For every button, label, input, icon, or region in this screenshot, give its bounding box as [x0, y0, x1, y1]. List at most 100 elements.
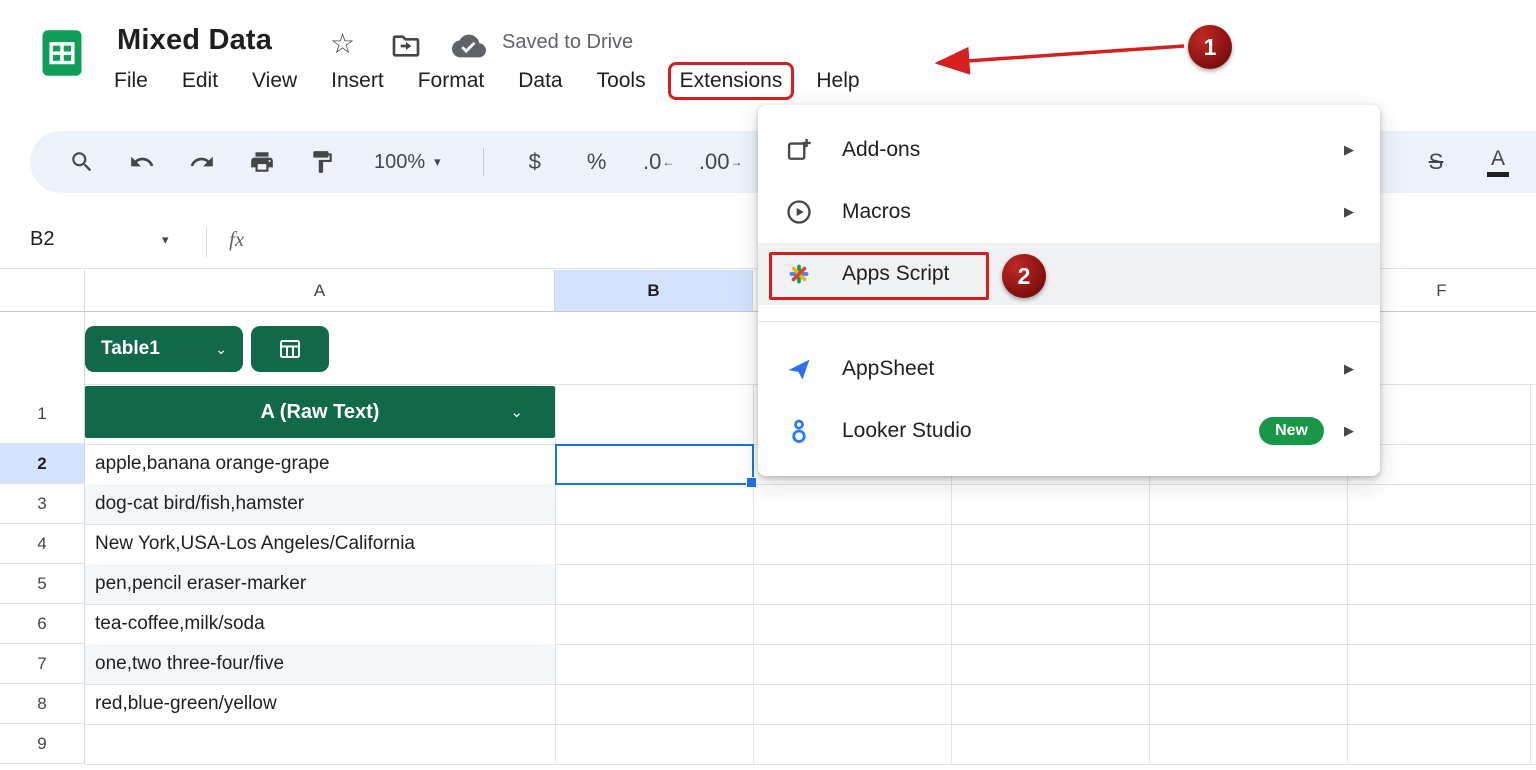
row-header-6[interactable]: 6	[0, 604, 85, 644]
table-icon	[280, 340, 300, 358]
menu-separator	[758, 321, 1380, 322]
menu-item-looker-studio[interactable]: Looker Studio New ▶	[758, 400, 1380, 462]
column-header-b[interactable]: B	[555, 270, 753, 312]
menu-edit[interactable]: Edit	[172, 64, 228, 98]
row-header-3[interactable]: 3	[0, 484, 85, 524]
row-header-band	[0, 312, 85, 384]
row-header-2[interactable]: 2	[0, 444, 85, 484]
star-icon[interactable]: ☆	[330, 28, 355, 60]
menu-format[interactable]: Format	[408, 64, 495, 98]
move-to-folder-icon[interactable]	[390, 30, 422, 62]
submenu-arrow-icon: ▶	[1344, 142, 1354, 157]
zoom-value: 100%	[374, 150, 426, 173]
sheets-app-window: Mixed Data ☆ Saved to Drive File Edit Vi…	[0, 0, 1536, 770]
selected-cell-B2[interactable]	[555, 444, 757, 488]
formula-bar-divider	[206, 227, 207, 257]
new-badge: New	[1259, 417, 1324, 445]
menu-item-add-ons[interactable]: Add-ons ▶	[758, 119, 1380, 181]
macros-icon	[784, 197, 814, 227]
menu-view[interactable]: View	[242, 64, 307, 98]
menu-item-label: Add-ons	[842, 138, 921, 161]
menu-item-label: Apps Script	[842, 262, 950, 285]
menu-item-apps-script[interactable]: Apps Script	[758, 243, 1380, 305]
cell-A8[interactable]: red,blue-green/yellow	[85, 684, 555, 724]
cell-A6[interactable]: tea-coffee,milk/soda	[85, 604, 555, 644]
increase-decimal-button[interactable]: .00 →	[696, 138, 746, 186]
strikethrough-button[interactable]: S	[1412, 138, 1460, 186]
cell-A7[interactable]: one,two three-four/five	[85, 644, 555, 684]
gridline	[85, 764, 1536, 765]
cell-A4[interactable]: New York,USA-Los Angeles/California	[85, 524, 555, 564]
annotation-step-1: 1	[1188, 25, 1232, 69]
toolbar-divider	[482, 148, 484, 176]
submenu-arrow-icon: ▶	[1344, 361, 1354, 376]
table-column-header-label: A (Raw Text)	[260, 400, 380, 423]
menu-item-macros[interactable]: Macros ▶	[758, 181, 1380, 243]
chevron-down-icon: ⌄	[510, 404, 523, 421]
annotation-step-2: 2	[1002, 254, 1046, 298]
grid-corner[interactable]	[0, 270, 85, 312]
row-header-9[interactable]: 9	[0, 724, 85, 764]
undo-button[interactable]	[118, 138, 166, 186]
extensions-menu: Add-ons ▶ Macros ▶ Apps Script AppSheet …	[758, 105, 1380, 476]
saved-cloud-icon	[452, 29, 486, 63]
menu-bar: File Edit View Insert Format Data Tools …	[104, 62, 870, 100]
zoom-control[interactable]: 100% ▾	[374, 151, 441, 174]
decrease-decimal-label: .0	[643, 149, 662, 174]
submenu-arrow-icon: ▶	[1344, 204, 1354, 219]
table-grid-chip[interactable]	[251, 326, 329, 372]
name-box-caret-icon[interactable]: ▾	[162, 232, 169, 248]
chevron-down-icon: ⌄	[215, 340, 227, 357]
print-button[interactable]	[238, 138, 286, 186]
table-column-header[interactable]: A (Raw Text) ⌄	[85, 386, 555, 438]
paint-format-button[interactable]	[298, 138, 346, 186]
row-header-1[interactable]: 1	[0, 384, 85, 444]
row-header-4[interactable]: 4	[0, 524, 85, 564]
cell-A3[interactable]: dog-cat bird/fish,hamster	[85, 484, 555, 524]
increase-decimal-label: .00	[698, 149, 730, 174]
redo-button[interactable]	[178, 138, 226, 186]
menu-help[interactable]: Help	[806, 64, 869, 98]
search-button[interactable]	[58, 138, 106, 186]
decrease-decimal-button[interactable]: .0 ←	[634, 138, 684, 186]
menu-insert[interactable]: Insert	[321, 64, 394, 98]
text-color-button[interactable]: A	[1474, 138, 1522, 186]
text-color-bar	[1487, 171, 1509, 177]
format-currency-button[interactable]: $	[510, 138, 560, 186]
gridline	[85, 724, 1536, 725]
appsheet-icon	[784, 354, 814, 384]
menu-item-label: Looker Studio	[842, 419, 972, 442]
gridline	[555, 384, 556, 764]
cell-A5[interactable]: pen,pencil eraser-marker	[85, 564, 555, 604]
menu-item-appsheet[interactable]: AppSheet ▶	[758, 338, 1380, 400]
menu-tools[interactable]: Tools	[587, 64, 656, 98]
fx-icon[interactable]: fx	[229, 227, 244, 252]
submenu-arrow-icon: ▶	[1344, 423, 1354, 438]
apps-script-icon	[784, 259, 814, 289]
text-color-icon: A	[1490, 146, 1505, 170]
row-header-5[interactable]: 5	[0, 564, 85, 604]
gridline	[753, 384, 754, 764]
format-percent-button[interactable]: %	[572, 138, 622, 186]
gridline	[1530, 384, 1531, 764]
menu-data[interactable]: Data	[508, 64, 572, 98]
table-name-chip[interactable]: Table1 ⌄	[85, 326, 243, 372]
cell-A2[interactable]: apple,banana orange-grape	[85, 444, 555, 484]
arrow-left-icon: ←	[662, 155, 675, 169]
menu-item-label: AppSheet	[842, 357, 935, 380]
arrow-right-icon: →	[730, 155, 743, 169]
menu-file[interactable]: File	[104, 64, 158, 98]
row-header-7[interactable]: 7	[0, 644, 85, 684]
caret-down-icon: ▾	[434, 154, 441, 169]
menu-extensions[interactable]: Extensions	[667, 62, 795, 100]
fill-handle[interactable]	[746, 477, 757, 488]
column-header-a[interactable]: A	[85, 270, 555, 312]
saved-status[interactable]: Saved to Drive	[502, 31, 633, 54]
row-header-8[interactable]: 8	[0, 684, 85, 724]
menu-item-label: Macros	[842, 200, 911, 223]
document-title[interactable]: Mixed Data	[117, 24, 272, 57]
add-ons-icon	[784, 135, 814, 165]
name-box[interactable]: B2	[30, 228, 54, 251]
table-name-label: Table1	[101, 338, 160, 359]
sheets-logo-icon[interactable]	[36, 27, 88, 79]
